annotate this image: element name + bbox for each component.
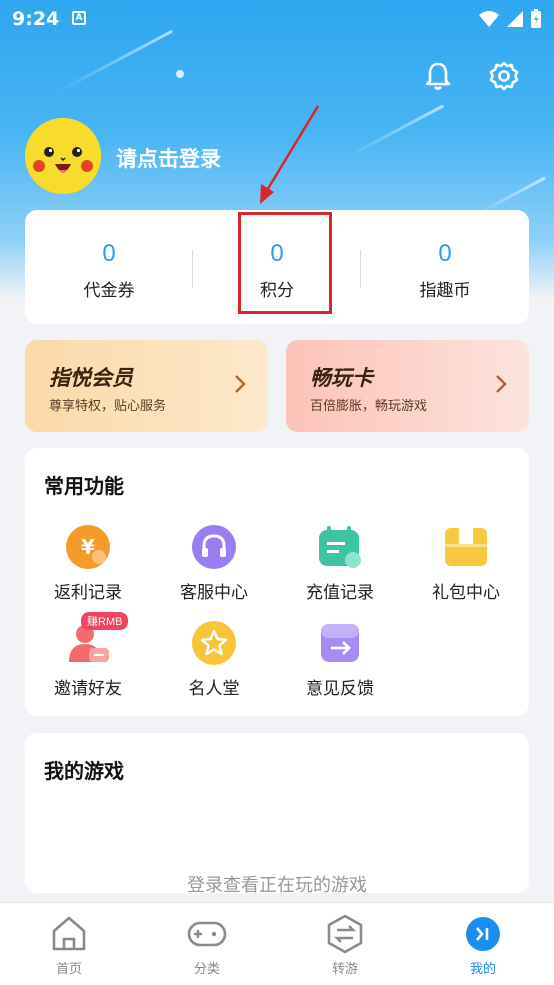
function-label: 名人堂	[188, 679, 240, 699]
promo-title: 指悦会员	[49, 366, 133, 390]
avatar[interactable]	[25, 118, 101, 194]
function-customer-service[interactable]: 客服中心	[151, 524, 277, 603]
function-rebate-records[interactable]: ¥ 返利记录	[25, 524, 151, 603]
annotation-highlight-box	[238, 212, 332, 314]
tab-profile[interactable]: 我的	[414, 913, 552, 977]
gamepad-icon	[186, 913, 228, 955]
tab-label: 我的	[469, 962, 496, 977]
gift-icon	[443, 524, 489, 570]
empty-state-text: 登录查看正在玩的游戏	[187, 875, 367, 893]
decor-streak	[56, 29, 174, 94]
function-label: 返利记录	[54, 583, 122, 603]
bell-icon[interactable]	[422, 60, 454, 92]
stat-voucher[interactable]: 0 代金券	[25, 210, 193, 324]
my-games-card: 我的游戏 登录查看正在玩的游戏	[25, 733, 529, 893]
decor-dot	[176, 70, 184, 78]
tab-transfer[interactable]: 转游	[276, 913, 414, 977]
stat-value: 0	[102, 240, 116, 267]
section-title: 我的游戏	[44, 759, 124, 783]
status-icons	[478, 9, 542, 29]
tab-categories[interactable]: 分类	[138, 913, 276, 977]
battery-icon	[531, 9, 541, 28]
status-bar: 9:24 A	[0, 0, 554, 38]
annotation-arrow	[260, 105, 320, 204]
gear-icon[interactable]	[488, 60, 520, 92]
tab-label: 首页	[55, 962, 82, 977]
wifi-icon	[479, 11, 499, 27]
tab-label: 分类	[193, 962, 220, 977]
header-actions	[422, 60, 520, 92]
rebate-icon: ¥	[65, 524, 111, 570]
promo-subtitle: 百倍膨胀，畅玩游戏	[310, 399, 428, 414]
notification-icon: A	[72, 11, 86, 25]
function-label: 客服中心	[180, 583, 248, 603]
function-hall-of-fame[interactable]: 名人堂	[151, 620, 277, 699]
function-recharge-records[interactable]: 充值记录	[277, 524, 403, 603]
invite-icon: 赚RMB	[65, 612, 129, 666]
function-label: 邀请好友	[54, 679, 122, 699]
login-prompt[interactable]: 请点击登录	[116, 143, 221, 173]
earn-badge: 赚RMB	[81, 612, 129, 630]
function-feedback[interactable]: 意见反馈	[277, 620, 403, 699]
tab-label: 转游	[331, 962, 358, 977]
promo-title: 畅玩卡	[310, 366, 373, 390]
profile-icon	[462, 913, 504, 955]
home-icon	[48, 913, 90, 955]
status-time: 9:24	[12, 8, 60, 30]
transfer-icon	[324, 913, 366, 955]
section-title: 常用功能	[44, 474, 124, 498]
function-gift-center[interactable]: 礼包中心	[403, 524, 529, 603]
stat-label: 代金券	[83, 281, 135, 301]
stat-value: 0	[438, 240, 452, 267]
bottom-tab-bar: 首页 分类 转游 我的	[0, 902, 554, 985]
chevron-right-icon	[496, 375, 507, 393]
star-icon	[191, 620, 237, 666]
chevron-right-icon	[235, 375, 246, 393]
function-label: 意见反馈	[306, 679, 374, 699]
function-label: 礼包中心	[432, 583, 500, 603]
decor-streak	[345, 104, 445, 159]
play-card-card[interactable]: 畅玩卡 百倍膨胀，畅玩游戏	[286, 340, 529, 432]
function-label: 充值记录	[306, 583, 374, 603]
vip-membership-card[interactable]: 指悦会员 尊享特权，贴心服务	[25, 340, 268, 432]
headset-icon	[191, 524, 237, 570]
tab-home[interactable]: 首页	[0, 913, 138, 977]
common-functions-card: 常用功能 ¥ 返利记录 客服中心 充值记录 礼包中心 赚RMB 邀请好友 名人堂…	[25, 448, 529, 716]
recharge-icon	[317, 524, 363, 570]
function-invite-friends[interactable]: 赚RMB 邀请好友	[25, 612, 151, 699]
stat-coins[interactable]: 0 指趣币	[361, 210, 529, 324]
feedback-icon	[317, 620, 363, 666]
promo-subtitle: 尊享特权，贴心服务	[49, 399, 167, 414]
stat-label: 指趣币	[419, 281, 471, 301]
signal-icon	[507, 11, 523, 27]
